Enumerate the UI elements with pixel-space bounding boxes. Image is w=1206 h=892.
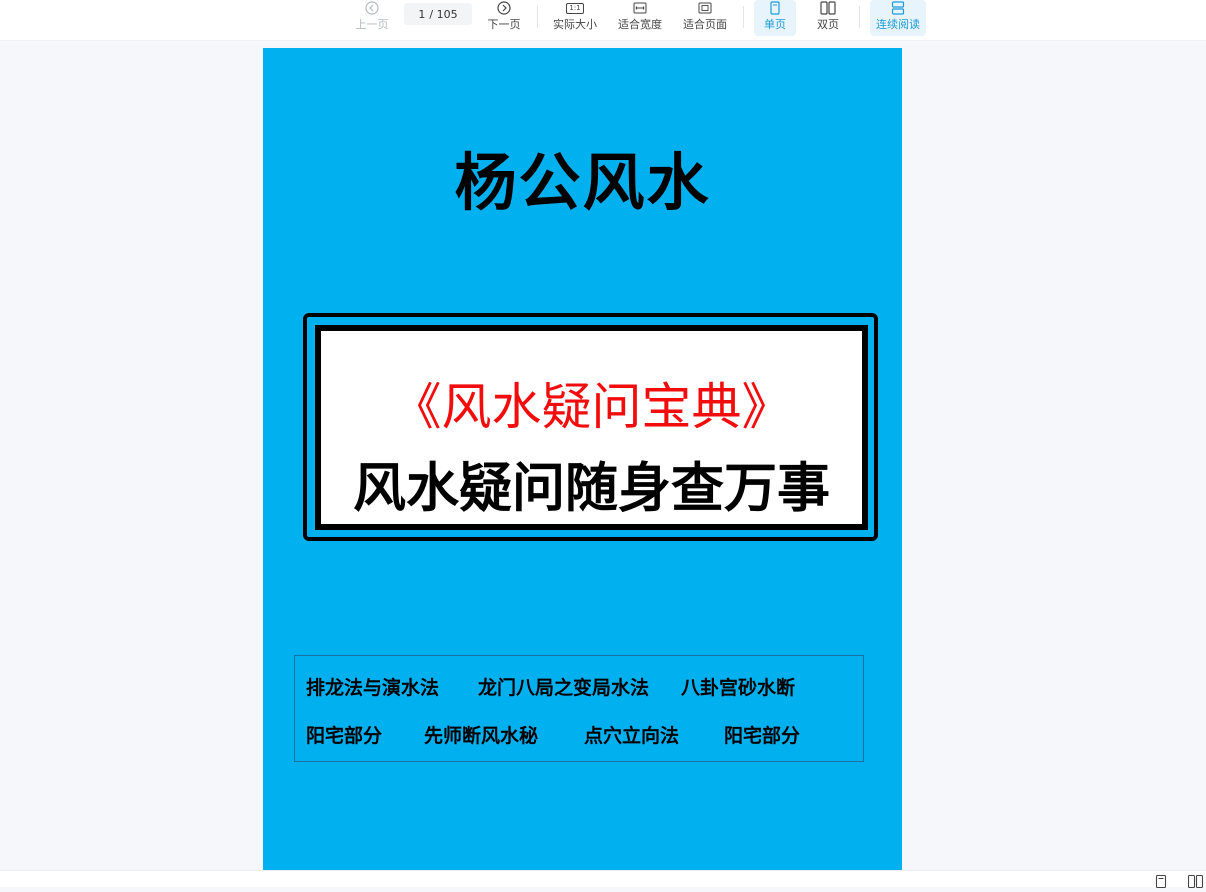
book-title-red: 《风水疑问宝典》: [391, 378, 792, 436]
topic-item: 排龙法与演水法: [306, 677, 440, 699]
double-page-icon: [820, 1, 836, 15]
topics-box: 排龙法与演水法 龙门八局之变局水法 八卦宫砂水断 阳宅部分 先师断风水秘 点穴立…: [294, 655, 864, 762]
title-frame: 《风水疑问宝典》 风水疑问随身查万事: [315, 325, 868, 530]
status-bar: [0, 870, 1206, 889]
double-page-button[interactable]: 双页: [808, 0, 848, 36]
fit-width-icon: [633, 1, 647, 15]
document-page: 杨公风水 《风水疑问宝典》 风水疑问随身查万事 排龙法与演水法 龙门八局之变局水…: [263, 48, 902, 870]
page-number-input[interactable]: 1: [418, 8, 425, 21]
cover-title: 杨公风水: [454, 146, 711, 219]
single-page-button[interactable]: 单页: [754, 0, 796, 36]
viewer-toolbar: 上一页 1 / 105 下一页 1:1 实际大小 适合宽度 适合页面 单页 双页…: [0, 0, 1206, 41]
topic-item: 先师断风水秘: [424, 725, 539, 747]
actual-size-icon: 1:1: [566, 1, 584, 15]
continuous-reading-button[interactable]: 连续阅读: [870, 0, 926, 36]
toolbar-divider: [743, 6, 744, 28]
double-page-icon[interactable]: [1187, 873, 1204, 892]
fit-width-button[interactable]: 适合宽度: [616, 0, 664, 36]
fit-page-button[interactable]: 适合页面: [681, 0, 729, 36]
chevron-right-circle-icon: [497, 1, 511, 15]
actual-size-label: 实际大小: [553, 18, 597, 31]
page-indicator: 1 / 105: [404, 3, 472, 25]
topic-item: 龙门八局之变局水法: [478, 677, 650, 699]
next-page-label: 下一页: [487, 18, 521, 31]
fit-width-label: 适合宽度: [618, 18, 662, 31]
document-viewport[interactable]: 杨公风水 《风水疑问宝典》 风水疑问随身查万事 排龙法与演水法 龙门八局之变局水…: [0, 41, 1206, 870]
topic-item: 阳宅部分: [724, 725, 801, 747]
prev-page-button[interactable]: 上一页: [352, 0, 392, 36]
topic-item: 阳宅部分: [306, 725, 383, 747]
single-page-icon[interactable]: [1155, 873, 1167, 892]
prev-page-label: 上一页: [355, 18, 389, 31]
chevron-left-circle-icon: [365, 1, 379, 15]
single-page-label: 单页: [764, 18, 786, 31]
fit-page-icon: [698, 1, 712, 15]
fit-page-label: 适合页面: [683, 18, 727, 31]
continuous-scroll-icon: [891, 1, 905, 15]
single-page-icon: [769, 1, 781, 15]
book-subtitle: 风水疑问随身查万事: [353, 458, 830, 519]
topic-item: 八卦宫砂水断: [681, 677, 796, 699]
double-page-label: 双页: [817, 18, 839, 31]
actual-size-button[interactable]: 1:1 实际大小: [550, 0, 600, 36]
toolbar-divider: [537, 6, 538, 28]
toolbar-divider: [859, 6, 860, 28]
continuous-reading-label: 连续阅读: [876, 18, 920, 31]
next-page-button[interactable]: 下一页: [484, 0, 524, 36]
topic-item: 点穴立向法: [584, 725, 680, 747]
page-total: / 105: [429, 7, 458, 21]
